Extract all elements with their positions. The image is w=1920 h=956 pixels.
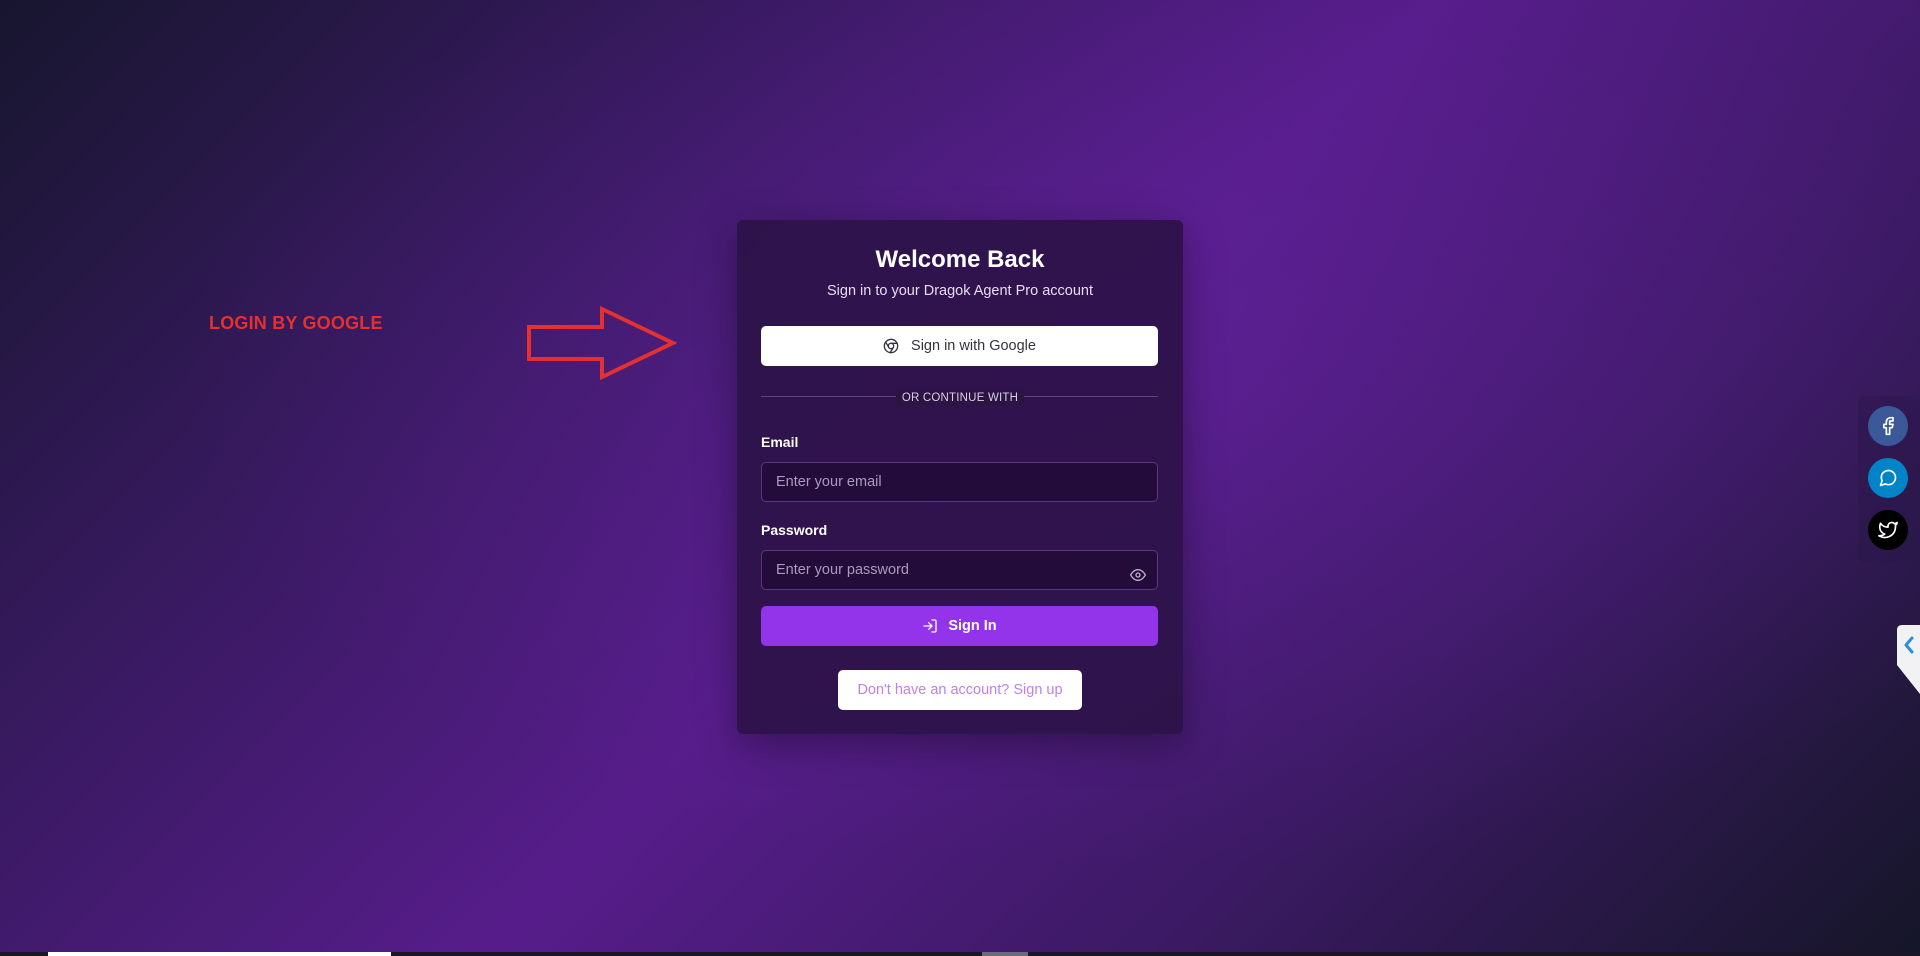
login-card: Welcome Back Sign in to your Dragok Agen… [737, 220, 1183, 734]
divider-label: OR CONTINUE WITH [895, 390, 1025, 406]
log-in-icon [923, 619, 937, 633]
chrome-icon [883, 338, 899, 354]
signin-button[interactable]: Sign In [761, 606, 1158, 646]
twitter-button[interactable] [1868, 510, 1908, 550]
email-label: Email [761, 434, 799, 450]
annotation-label: LOGIN BY GOOGLE [209, 313, 383, 333]
email-input[interactable] [761, 462, 1158, 502]
bottom-strip-mark [982, 952, 1028, 956]
card-title: Welcome Back [875, 246, 1045, 273]
facebook-icon [1883, 416, 1894, 436]
eye-icon[interactable] [1130, 567, 1146, 583]
right-arrow-icon [527, 305, 677, 381]
card-subtitle: Sign in to your Dragok Agent Pro account [827, 283, 1093, 299]
google-signin-button[interactable]: Sign in with Google [761, 326, 1158, 366]
facebook-button[interactable] [1868, 406, 1908, 446]
password-label: Password [761, 522, 828, 538]
divider-label-wrap: OR CONTINUE WITH [737, 388, 1183, 406]
google-signin-label: Sign in with Google [911, 338, 1036, 354]
messenger-button[interactable] [1868, 458, 1908, 498]
password-input[interactable] [761, 550, 1158, 590]
social-sidebar [1858, 396, 1920, 562]
signup-link[interactable]: Don't have an account? Sign up [838, 670, 1082, 710]
signin-label: Sign In [948, 618, 997, 634]
twitter-icon [1878, 521, 1898, 539]
chat-bubble-icon [1879, 469, 1897, 487]
bottom-strip-highlight [48, 952, 391, 956]
sidebar-collapse-tab[interactable] [1895, 625, 1920, 694]
